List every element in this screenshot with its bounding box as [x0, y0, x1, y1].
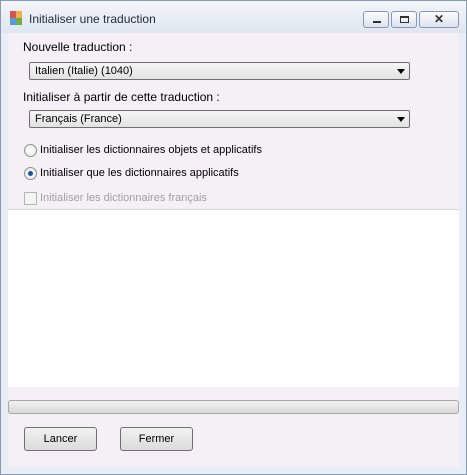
new-translation-select[interactable]: Italien (Italie) (1040) [29, 62, 410, 80]
new-translation-label: Nouvelle traduction : [23, 40, 133, 54]
radio-app-dictionaries[interactable] [24, 167, 37, 180]
source-translation-value: Français (France) [35, 113, 122, 125]
log-output-area[interactable] [8, 209, 459, 387]
close-window-button[interactable]: ✕ [419, 11, 459, 28]
caption-buttons: ✕ [363, 11, 459, 29]
radio-selected-dot [28, 171, 33, 176]
close-icon: ✕ [433, 12, 445, 26]
close-button[interactable]: Fermer [120, 427, 193, 451]
maximize-icon [400, 16, 409, 23]
new-translation-value: Italien (Italie) (1040) [35, 65, 133, 77]
window-title: Initialiser une traduction [29, 12, 156, 26]
radio-all-dictionaries-label[interactable]: Initialiser les dictionnaires objets et … [40, 144, 262, 156]
title-bar[interactable]: Initialiser une traduction ✕ [1, 1, 466, 33]
radio-app-dictionaries-label[interactable]: Initialiser que les dictionnaires applic… [40, 167, 239, 179]
start-button[interactable]: Lancer [24, 427, 97, 451]
progress-bar [8, 400, 459, 414]
app-grid-icon [10, 11, 22, 25]
dialog-window: Initialiser une traduction ✕ Nouvelle tr… [0, 0, 467, 475]
minimize-icon [373, 21, 381, 23]
radio-all-dictionaries[interactable] [24, 144, 37, 157]
source-translation-label: Initialiser à partir de cette traduction… [23, 90, 220, 104]
french-dictionaries-label: Initialiser les dictionnaires français [40, 192, 207, 204]
french-dictionaries-checkbox[interactable] [24, 192, 37, 205]
chevron-down-icon [397, 117, 405, 122]
source-translation-select[interactable]: Français (France) [29, 110, 410, 128]
dialog-content: Nouvelle traduction : Italien (Italie) (… [8, 33, 459, 467]
minimize-button[interactable] [363, 11, 389, 28]
chevron-down-icon [397, 69, 405, 74]
maximize-button[interactable] [391, 11, 417, 28]
